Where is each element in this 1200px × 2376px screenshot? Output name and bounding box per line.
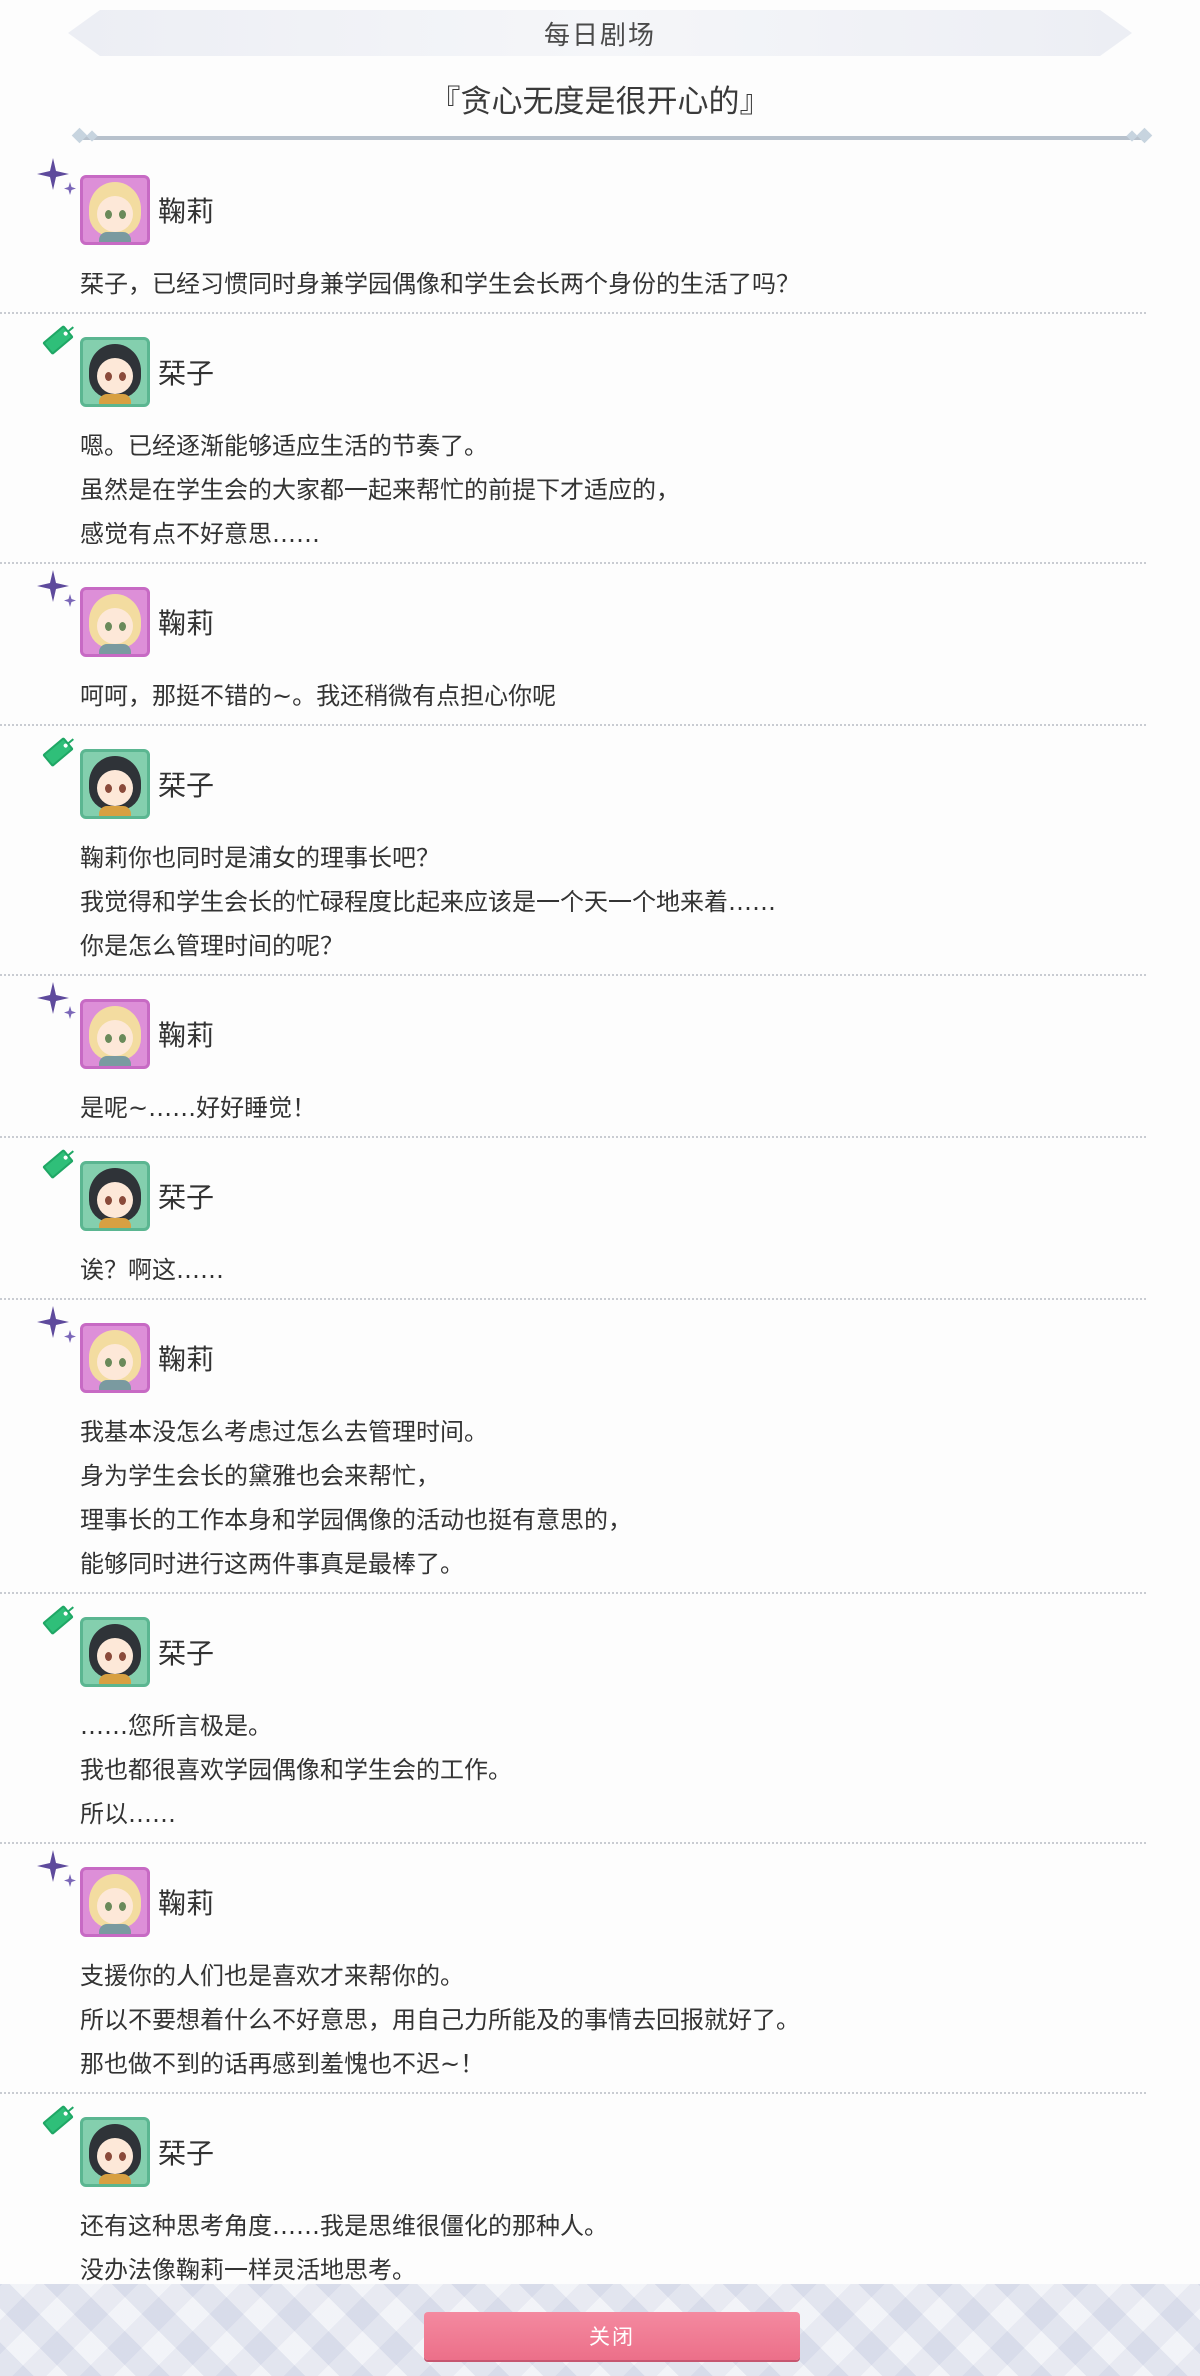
divider-diamond	[1126, 130, 1138, 142]
avatar	[80, 587, 150, 657]
dialogue-line: 理事长的工作本身和学园偶像的活动也挺有意思的，	[80, 1506, 632, 1534]
speaker-row: 栞子	[80, 1594, 1146, 1692]
dialogue-entry: 鞠莉呵呵，那挺不错的~。我还稍微有点担心你呢	[0, 564, 1146, 726]
dialogue-list[interactable]: 鞠莉 栞子，已经习惯同时身兼学园偶像和学生会长两个身份的生活了吗？ 栞子 嗯。已经逐渐…	[0, 152, 1200, 2344]
dialogue-lines: 栞子，已经习惯同时身兼学园偶像和学生会长两个身份的生活了吗？	[80, 250, 1146, 312]
dialogue-lines: ……您所言极是。我也都很喜欢学园偶像和学生会的工作。 所以……	[80, 1692, 1146, 1842]
dialogue-line: 诶？啊这……	[80, 1256, 224, 1284]
dialogue-entry: 鞠莉支援你的人们也是喜欢才来帮你的。所以不要想着什么不好意思，用自己力所能及的事…	[0, 1844, 1146, 2094]
avatar	[80, 175, 150, 245]
dialogue-line: 所以不要想着什么不好意思，用自己力所能及的事情去回报就好了。	[80, 2006, 800, 2034]
speaker-row: 栞子	[80, 314, 1146, 412]
dialogue-line: 呵呵，那挺不错的~。我还稍微有点担心你呢	[80, 682, 557, 710]
dialogue-line: 你是怎么管理时间的呢？	[80, 932, 344, 960]
title-divider	[71, 127, 1153, 144]
dialogue-line: 身为学生会长的黛雅也会来帮忙，	[80, 1462, 440, 1490]
sparkle-icon	[36, 1304, 80, 1348]
sparkle-icon	[36, 568, 80, 612]
dialogue-line: 我觉得和学生会长的忙碌程度比起来应该是一个天一个地来着……	[80, 888, 776, 916]
dialogue-entry: 鞠莉栞子，已经习惯同时身兼学园偶像和学生会长两个身份的生活了吗？	[0, 152, 1146, 314]
speaker-name: 栞子	[158, 357, 215, 390]
speaker-name: 鞠莉	[158, 195, 215, 228]
avatar	[80, 2117, 150, 2187]
avatar	[80, 1617, 150, 1687]
speaker-row: 鞠莉	[80, 564, 1146, 662]
speaker-name: 栞子	[158, 1181, 215, 1214]
avatar	[80, 337, 150, 407]
dialogue-entry: 栞子嗯。已经逐渐能够适应生活的节奏了。虽然是在学生会的大家都一起来帮忙的前提下才…	[0, 314, 1146, 564]
dialogue-entry: 栞子 ……您所言极是。我也都很喜欢学园偶像和学生会的工作。 所以……	[0, 1594, 1146, 1844]
speaker-name: 鞠莉	[158, 607, 215, 640]
sparkle-icon	[36, 1848, 80, 1892]
dialogue-line: 是呢~……好好睡觉！	[80, 1094, 317, 1122]
dialogue-line: 虽然是在学生会的大家都一起来帮忙的前提下才适应的，	[80, 476, 680, 504]
speaker-name: 鞠莉	[158, 1019, 215, 1052]
dialogue-line: 我也都很喜欢学园偶像和学生会的工作。	[80, 1756, 512, 1784]
dialogue-line: 支援你的人们也是喜欢才来帮你的。	[80, 1962, 464, 1990]
speaker-row: 栞子	[80, 726, 1146, 824]
dialogue-line: 鞠莉你也同时是浦女的理事长吧？	[80, 844, 440, 872]
dialogue-line: 所以……	[80, 1800, 176, 1828]
dialogue-entry: 栞子鞠莉你也同时是浦女的理事长吧？ 我觉得和学生会长的忙碌程度比起来应该是一个天一…	[0, 726, 1146, 976]
sparkle-icon	[36, 156, 80, 200]
dialogue-line: 那也做不到的话再感到羞愧也不迟~！	[80, 2050, 485, 2078]
dialogue-entry: 栞子诶？啊这……	[0, 1138, 1146, 1300]
close-button[interactable]: 关闭	[424, 2312, 800, 2360]
divider-diamond	[1136, 127, 1153, 144]
divider-diamond	[86, 130, 98, 142]
dialogue-line: 还有这种思考角度……我是思维很僵化的那种人。	[80, 2212, 608, 2240]
dialogue-lines: 鞠莉你也同时是浦女的理事长吧？ 我觉得和学生会长的忙碌程度比起来应该是一个天一个地…	[80, 824, 1146, 974]
dialogue-lines: 支援你的人们也是喜欢才来帮你的。所以不要想着什么不好意思，用自己力所能及的事情去…	[80, 1942, 1146, 2092]
story-title: 『贪心无度是很开心的』	[429, 84, 771, 120]
dialogue-lines: 嗯。已经逐渐能够适应生活的节奏了。虽然是在学生会的大家都一起来帮忙的前提下才适应…	[80, 412, 1146, 562]
green-tag-icon	[36, 2098, 80, 2142]
dialogue-entry: 鞠莉是呢~……好好睡觉！	[0, 976, 1146, 1138]
speaker-name: 栞子	[158, 2137, 215, 2170]
speaker-name: 栞子	[158, 769, 215, 802]
green-tag-icon	[36, 730, 80, 774]
dialogue-lines: 呵呵，那挺不错的~。我还稍微有点担心你呢	[80, 662, 1146, 724]
speaker-name: 鞠莉	[158, 1887, 215, 1920]
header-banner: 每日剧场	[68, 10, 1132, 56]
speaker-name: 鞠莉	[158, 1343, 215, 1376]
speaker-name: 栞子	[158, 1637, 215, 1670]
dialogue-lines: 我基本没怎么考虑过怎么去管理时间。 身为学生会长的黛雅也会来帮忙， 理事长的工作本身…	[80, 1398, 1146, 1592]
avatar	[80, 1867, 150, 1937]
avatar	[80, 1161, 150, 1231]
daily-theater-page: 每日剧场 『贪心无度是很开心的』 鞠莉 栞子，已经习惯同时身兼学园偶像和学生会长两…	[0, 0, 1200, 2376]
sparkle-icon	[36, 980, 80, 1024]
avatar	[80, 999, 150, 1069]
dialogue-line: 嗯。已经逐渐能够适应生活的节奏了。	[80, 432, 488, 460]
dialogue-lines: 诶？啊这……	[80, 1236, 1146, 1298]
green-tag-icon	[36, 318, 80, 362]
dialogue-line: ……您所言极是。	[80, 1712, 272, 1740]
speaker-row: 鞠莉	[80, 1300, 1146, 1398]
avatar	[80, 1323, 150, 1393]
dialogue-line: 能够同时进行这两件事真是最棒了。	[80, 1550, 464, 1578]
speaker-row: 栞子	[80, 1138, 1146, 1236]
speaker-row: 鞠莉	[80, 152, 1146, 250]
avatar	[80, 749, 150, 819]
dialogue-line: 栞子，已经习惯同时身兼学园偶像和学生会长两个身份的生活了吗？	[80, 270, 800, 298]
dialogue-entry: 鞠莉我基本没怎么考虑过怎么去管理时间。 身为学生会长的黛雅也会来帮忙， 理事长的工作…	[0, 1300, 1146, 1594]
speaker-row: 鞠莉	[80, 976, 1146, 1074]
dialogue-line: 我基本没怎么考虑过怎么去管理时间。	[80, 1418, 488, 1446]
dialogue-lines: 是呢~……好好睡觉！	[80, 1074, 1146, 1136]
speaker-row: 栞子	[80, 2094, 1146, 2192]
green-tag-icon	[36, 1142, 80, 1186]
dialogue-line: 感觉有点不好意思……	[80, 520, 320, 548]
green-tag-icon	[36, 1598, 80, 1642]
speaker-row: 鞠莉	[80, 1844, 1146, 1942]
page-title: 每日剧场	[543, 20, 656, 51]
